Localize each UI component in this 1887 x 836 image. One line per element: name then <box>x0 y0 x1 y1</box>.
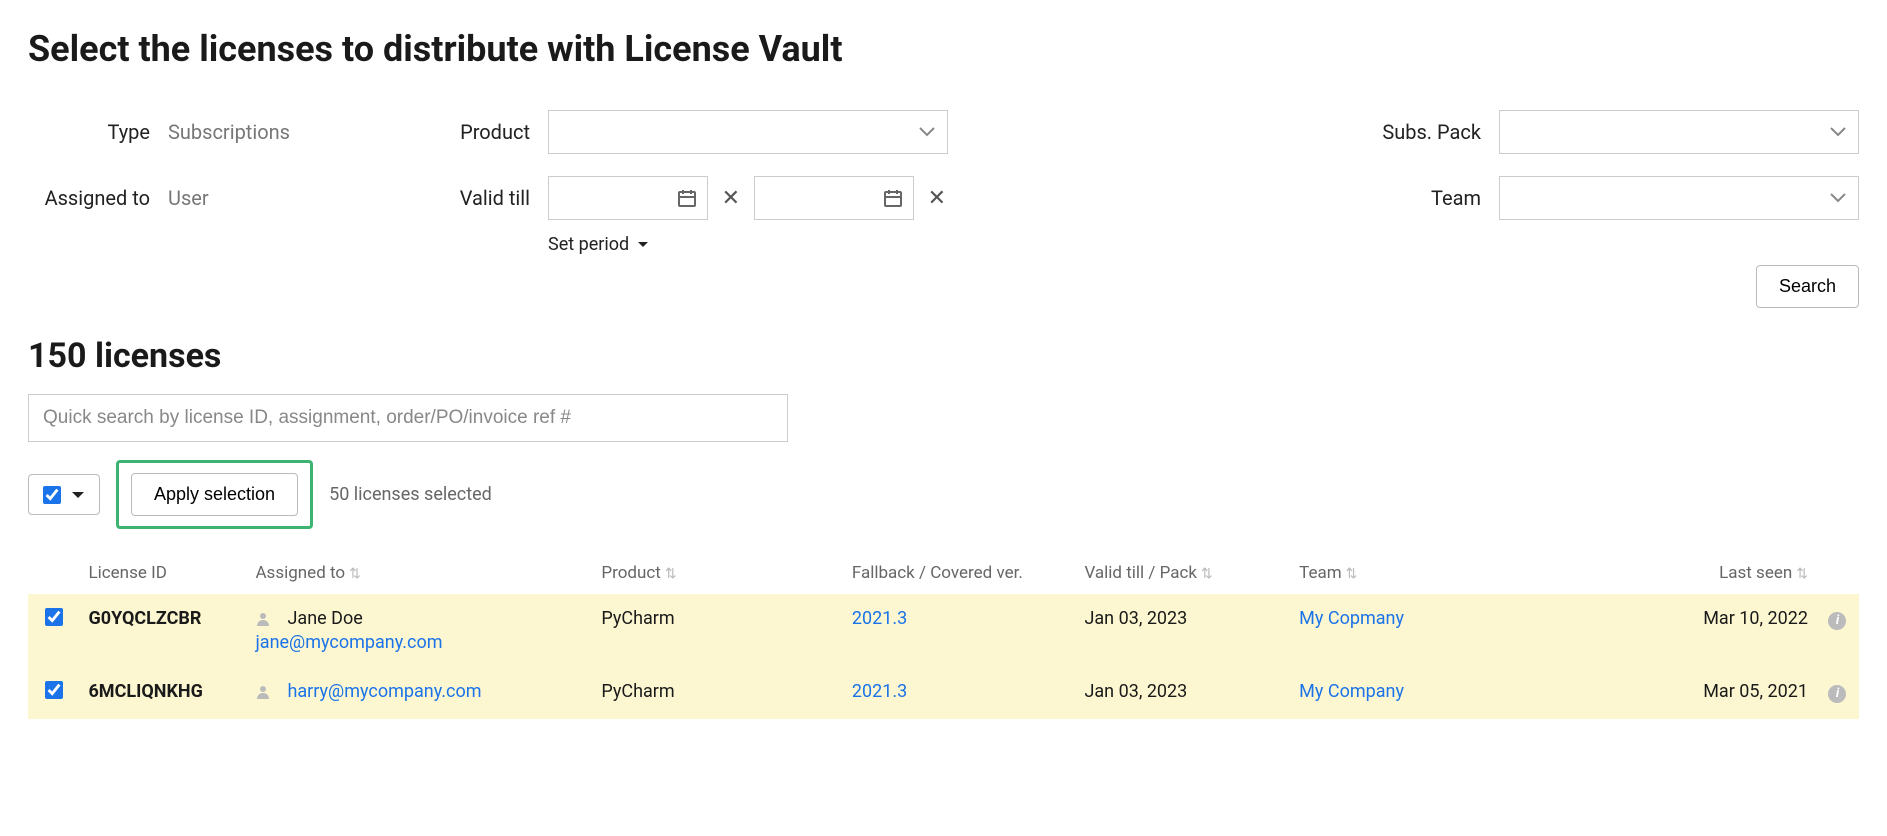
col-fallback[interactable]: Fallback / Covered ver. <box>844 553 1077 594</box>
valid-till-group: ✕ ✕ <box>548 176 948 220</box>
table-row: G0YQCLZCBR Jane Doe jane@mycompany.com Py… <box>28 594 1859 668</box>
assigned-link[interactable]: harry@mycompany.com <box>287 681 481 702</box>
product: PyCharm <box>593 594 843 668</box>
col-team[interactable]: Team⇅ <box>1291 553 1673 594</box>
last-seen: Mar 10, 2022 <box>1673 594 1816 668</box>
assigned-email[interactable]: jane@mycompany.com <box>255 632 442 653</box>
product: PyCharm <box>593 667 843 719</box>
team-link[interactable]: My Company <box>1299 681 1404 702</box>
table-header-row: License ID Assigned to⇅ Product⇅ Fallbac… <box>28 553 1859 594</box>
chevron-down-icon <box>1830 193 1846 203</box>
licenses-table: License ID Assigned to⇅ Product⇅ Fallbac… <box>28 553 1859 719</box>
col-last-seen[interactable]: Last seen⇅ <box>1673 553 1816 594</box>
info-icon[interactable]: i <box>1828 612 1846 630</box>
row-checkbox[interactable] <box>45 681 63 699</box>
clear-from-icon[interactable]: ✕ <box>720 186 742 211</box>
type-value[interactable]: Subscriptions <box>168 120 428 144</box>
team-link[interactable]: My Copmany <box>1299 608 1404 629</box>
quick-search-input[interactable] <box>28 394 788 442</box>
valid-from-input[interactable] <box>548 176 708 220</box>
sort-icon: ⇅ <box>349 566 361 582</box>
user-icon <box>255 611 271 632</box>
assigned-to-label: Assigned to <box>28 186 168 210</box>
subs-pack-select[interactable] <box>1499 110 1859 154</box>
chevron-down-icon <box>919 127 935 137</box>
set-period-dropdown[interactable]: Set period <box>548 234 948 255</box>
sort-icon: ⇅ <box>665 566 677 582</box>
valid-till: Jan 03, 2023 <box>1076 594 1291 668</box>
valid-to-input[interactable] <box>754 176 914 220</box>
valid-till: Jan 03, 2023 <box>1076 667 1291 719</box>
results-heading: 150 licenses <box>28 336 1859 376</box>
chevron-down-icon <box>71 485 85 504</box>
product-select[interactable] <box>548 110 948 154</box>
license-id: 6MCLIQNKHG <box>80 667 247 719</box>
chevron-down-icon <box>1830 127 1846 137</box>
filters-grid: Type Subscriptions Product Subs. Pack As… <box>28 110 1859 255</box>
sort-icon: ⇅ <box>1346 566 1358 582</box>
col-valid-till[interactable]: Valid till / Pack⇅ <box>1076 553 1291 594</box>
type-label: Type <box>28 120 168 144</box>
team-select[interactable] <box>1499 176 1859 220</box>
set-period-label: Set period <box>548 234 629 255</box>
product-label: Product <box>428 120 548 144</box>
sort-icon: ⇅ <box>1796 566 1808 582</box>
apply-selection-button[interactable]: Apply selection <box>131 473 298 516</box>
col-license-id[interactable]: License ID <box>80 553 247 594</box>
fallback-version[interactable]: 2021.3 <box>852 681 907 702</box>
search-button[interactable]: Search <box>1756 265 1859 308</box>
row-checkbox[interactable] <box>45 608 63 626</box>
chevron-down-icon <box>637 241 649 249</box>
assigned-name: Jane Doe <box>287 608 362 629</box>
col-assigned-to[interactable]: Assigned to⇅ <box>247 553 593 594</box>
select-all-toggle[interactable] <box>28 474 100 515</box>
valid-till-label: Valid till <box>428 186 548 210</box>
license-id: G0YQCLZCBR <box>80 594 247 668</box>
apply-selection-highlight: Apply selection <box>116 460 313 529</box>
sort-icon: ⇅ <box>1201 566 1213 582</box>
user-icon <box>255 684 271 705</box>
page-title: Select the licenses to distribute with L… <box>28 28 1859 70</box>
clear-to-icon[interactable]: ✕ <box>926 186 948 211</box>
fallback-version[interactable]: 2021.3 <box>852 608 907 629</box>
col-product[interactable]: Product⇅ <box>593 553 843 594</box>
selected-count: 50 licenses selected <box>329 484 492 505</box>
subs-pack-label: Subs. Pack <box>1379 120 1499 144</box>
assigned-to-value[interactable]: User <box>168 186 428 210</box>
last-seen: Mar 05, 2021 <box>1673 667 1816 719</box>
select-all-checkbox[interactable] <box>43 486 61 504</box>
table-row: 6MCLIQNKHG harry@mycompany.com PyCharm 2… <box>28 667 1859 719</box>
info-icon[interactable]: i <box>1828 685 1846 703</box>
team-label: Team <box>1379 186 1499 210</box>
